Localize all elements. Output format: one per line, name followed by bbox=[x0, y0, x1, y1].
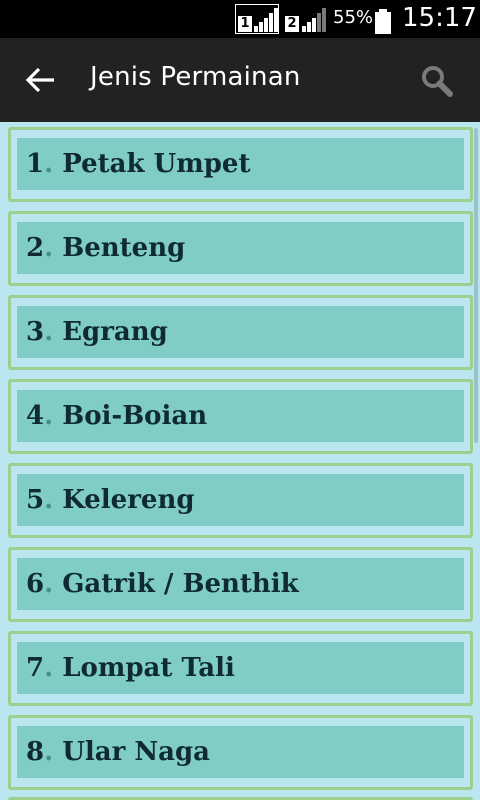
battery-icon bbox=[375, 9, 391, 34]
list-item-label: 4. Boi-Boian bbox=[26, 401, 208, 431]
sim1-signal-icon: 1 bbox=[235, 4, 281, 34]
search-icon[interactable] bbox=[419, 63, 455, 99]
list-item[interactable]: 5. Kelereng bbox=[8, 463, 473, 538]
list-item-label: 7. Lompat Tali bbox=[26, 653, 235, 683]
list-item-fill: 5. Kelereng bbox=[17, 474, 464, 526]
sim2-bar-2 bbox=[307, 22, 311, 32]
battery-percent: 55% bbox=[333, 7, 374, 28]
list-item-fill: 4. Boi-Boian bbox=[17, 390, 464, 442]
scrollbar[interactable] bbox=[474, 128, 478, 443]
list-item[interactable]: 8. Ular Naga bbox=[8, 715, 473, 790]
page-title: Jenis Permainan bbox=[90, 62, 301, 92]
list-item[interactable]: 2. Benteng bbox=[8, 211, 473, 286]
sim1-bar-1 bbox=[254, 26, 258, 32]
sim1-bar-5 bbox=[274, 8, 278, 32]
sim2-bar-1 bbox=[302, 26, 306, 32]
sim2-bar-3 bbox=[312, 18, 316, 32]
list-item[interactable]: 7. Lompat Tali bbox=[8, 631, 473, 706]
sim1-label: 1 bbox=[238, 16, 252, 32]
list-item-label: 8. Ular Naga bbox=[26, 737, 211, 767]
sim1-bar-4 bbox=[269, 13, 273, 32]
app-bar: Jenis Permainan bbox=[0, 38, 480, 122]
arrow-left-icon[interactable] bbox=[25, 65, 57, 95]
list-item[interactable]: 6. Gatrik / Benthik bbox=[8, 547, 473, 622]
game-list[interactable]: 1. Petak Umpet 2. Benteng 3. Egrang 4. B… bbox=[0, 122, 480, 800]
list-item-fill: 3. Egrang bbox=[17, 306, 464, 358]
list-item[interactable]: 3. Egrang bbox=[8, 295, 473, 370]
clock: 15:17 bbox=[402, 3, 477, 33]
list-item-fill: 6. Gatrik / Benthik bbox=[17, 558, 464, 610]
list-item-fill: 8. Ular Naga bbox=[17, 726, 464, 778]
list-item-fill: 2. Benteng bbox=[17, 222, 464, 274]
list-item-label: 3. Egrang bbox=[26, 317, 168, 347]
sim2-bar-5 bbox=[322, 8, 326, 32]
sim1-bar-3 bbox=[264, 18, 268, 32]
status-bar: 1 2 55% 15:17 bbox=[0, 0, 480, 38]
list-item-label: 2. Benteng bbox=[26, 233, 186, 263]
sim1-bar-2 bbox=[259, 22, 263, 32]
list-item-fill: 7. Lompat Tali bbox=[17, 642, 464, 694]
sim2-signal-icon: 2 bbox=[285, 4, 327, 34]
sim2-bar-4 bbox=[317, 13, 321, 32]
list-item-label: 6. Gatrik / Benthik bbox=[26, 569, 299, 599]
list-item-label: 1. Petak Umpet bbox=[26, 149, 251, 179]
list-item-fill: 1. Petak Umpet bbox=[17, 138, 464, 190]
list-item-label: 5. Kelereng bbox=[26, 485, 195, 515]
list-item[interactable]: 1. Petak Umpet bbox=[8, 127, 473, 202]
list-item[interactable]: 4. Boi-Boian bbox=[8, 379, 473, 454]
screen: 1 2 55% 15:17 Jenis Permainan 1. Petak U… bbox=[0, 0, 480, 800]
sim2-label: 2 bbox=[285, 16, 299, 32]
